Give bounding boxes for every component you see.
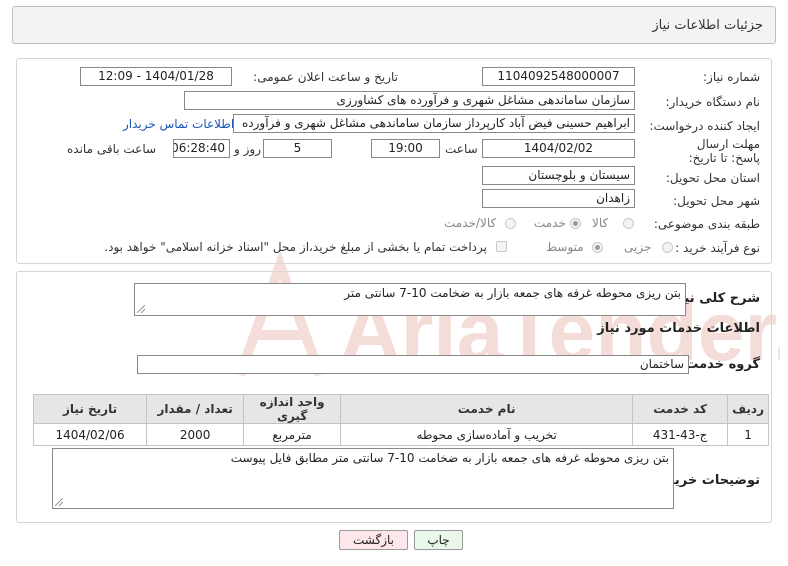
treasury-checkbox[interactable]	[496, 241, 507, 252]
category-label: طبقه بندی موضوعی:	[653, 217, 760, 231]
announce-datetime-label: تاریخ و ساعت اعلان عمومی:	[253, 70, 398, 84]
buyer-notes-text: بتن ریزی محوطه غرفه های جمعه بازار به ضخ…	[230, 451, 669, 465]
hour-label: ساعت	[445, 142, 478, 156]
resize-grip-icon[interactable]	[137, 305, 145, 313]
col-header-unit: واحد اندازه گیری	[243, 394, 342, 424]
category-service-radio[interactable]	[570, 218, 581, 229]
deadline-label: مهلت ارسال پاسخ: تا تاریخ:	[688, 137, 760, 165]
col-header-service-name: نام خدمت	[340, 394, 634, 424]
city-label: شهر محل تحویل:	[673, 194, 760, 208]
cell-row-number: 1	[727, 423, 769, 446]
print-button[interactable]: چاپ	[414, 530, 463, 550]
need-number-label: شماره نیاز:	[703, 70, 760, 84]
deadline-time-field: 19:00	[371, 139, 440, 158]
deadline-date-field: 1404/02/02	[482, 139, 635, 158]
service-group-field: ساختمان	[137, 355, 689, 374]
table-row: 1 ج-43-431 تخریب و آماده‌سازی محوطه مترم…	[32, 423, 769, 446]
col-header-service-code: کد خدمت	[632, 394, 729, 424]
general-desc-textarea[interactable]: بتن ریزی محوطه غرفه های جمعه بازار به ضخ…	[134, 283, 686, 316]
province-field: سیستان و بلوچستان	[482, 166, 635, 185]
cell-service-name: تخریب و آماده‌سازی محوطه	[340, 423, 634, 446]
col-header-need-date: تاریخ نیاز	[32, 394, 148, 424]
purchase-partial-label: جزیی	[624, 240, 652, 254]
cell-quantity: 2000	[146, 423, 245, 446]
cell-unit: مترمربع	[243, 423, 342, 446]
category-goods-radio[interactable]	[623, 218, 634, 229]
page-header: جزئیات اطلاعات نیاز	[12, 6, 776, 44]
need-number-field: 1104092548000007	[482, 67, 635, 86]
back-button[interactable]: بازگشت	[339, 530, 408, 550]
need-details-panel	[16, 58, 772, 264]
purchase-medium-radio[interactable]	[592, 242, 603, 253]
resize-grip-icon[interactable]	[55, 498, 63, 506]
category-service-label: خدمت	[534, 216, 566, 230]
purchase-partial-radio[interactable]	[662, 242, 673, 253]
requester-label: ایجاد کننده درخواست:	[649, 119, 760, 133]
general-desc-text: بتن ریزی محوطه غرفه های جمعه بازار به ضخ…	[344, 286, 681, 300]
city-field: زاهدان	[482, 189, 635, 208]
treasury-note: پرداخت تمام یا بخشی از مبلغ خرید،از محل …	[104, 240, 487, 254]
purchase-type-label: نوع فرآیند خرید :	[675, 241, 760, 255]
services-table: ردیف کد خدمت نام خدمت واحد اندازه گیری ت…	[32, 394, 769, 446]
services-info-title: اطلاعات خدمات مورد نیاز	[597, 321, 760, 336]
days-field: 5	[263, 139, 332, 158]
hours-remaining-label: ساعت باقی مانده	[67, 142, 157, 156]
days-and-label: روز و	[234, 142, 261, 156]
remaining-time-field: 06:28:40	[173, 139, 230, 158]
page-title: جزئیات اطلاعات نیاز	[652, 18, 763, 33]
announce-datetime-field: 1404/01/28 - 12:09	[80, 67, 232, 86]
province-label: استان محل تحویل:	[665, 171, 760, 185]
category-goods-service-label: کالا/خدمت	[444, 216, 497, 230]
buyer-contact-link[interactable]: اطلاعات تماس خریدار	[123, 117, 234, 131]
purchase-medium-label: متوسط	[546, 240, 584, 254]
buyer-org-label: نام دستگاه خریدار:	[665, 95, 761, 109]
cell-service-code: ج-43-431	[632, 423, 729, 446]
table-header-row: ردیف کد خدمت نام خدمت واحد اندازه گیری ت…	[32, 394, 769, 424]
requester-field: ابراهیم حسینی فیض آباد کارپرداز سازمان س…	[233, 114, 635, 133]
buyer-notes-textarea[interactable]: بتن ریزی محوطه غرفه های جمعه بازار به ضخ…	[52, 448, 674, 509]
category-goods-label: کالا	[592, 216, 609, 230]
cell-need-date: 1404/02/06	[32, 423, 148, 446]
col-header-quantity: تعداد / مقدار	[146, 394, 245, 424]
category-goods-service-radio[interactable]	[505, 218, 516, 229]
buyer-org-field: سازمان ساماندهی مشاغل شهری و فرآورده های…	[184, 91, 635, 110]
col-header-row-number: ردیف	[727, 394, 769, 424]
service-group-label: گروه خدمت:	[680, 357, 760, 372]
